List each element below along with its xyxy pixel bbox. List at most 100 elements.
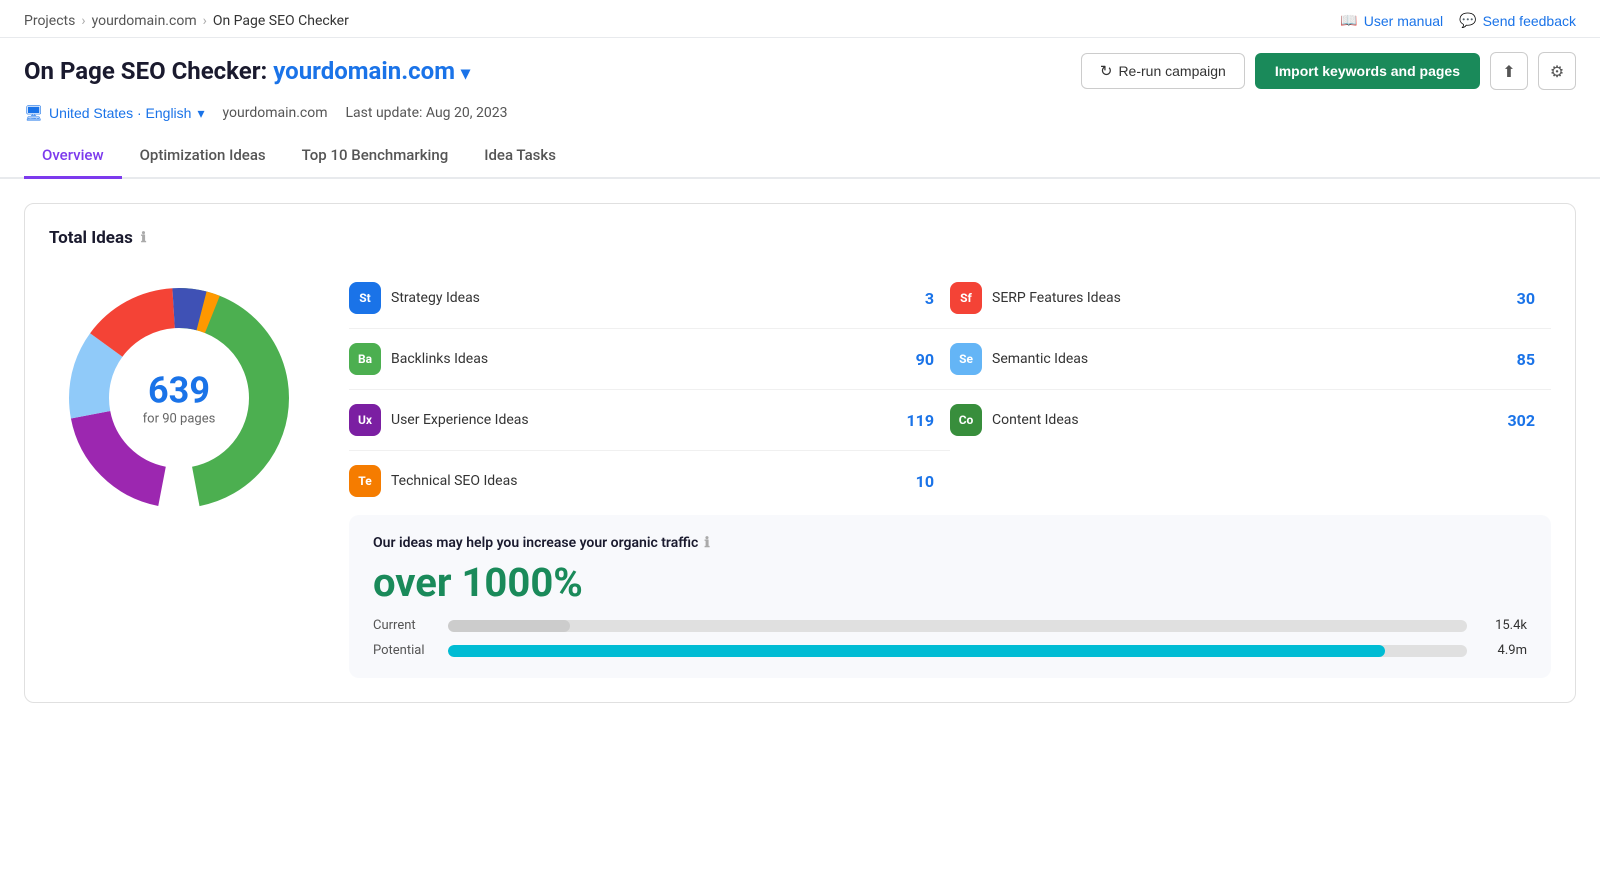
content-badge: Co [950, 404, 982, 436]
semantic-label: Semantic Ideas [992, 351, 1507, 367]
strategy-badge: St [349, 282, 381, 314]
locale-button[interactable]: 🖥 United States · English ▾ [24, 104, 204, 122]
potential-bar-fill [448, 645, 1385, 657]
main-content: Total Ideas ℹ [0, 179, 1600, 727]
title-actions: ↻ Re-run campaign Import keywords and pa… [1081, 52, 1576, 90]
backlinks-count: 90 [916, 350, 934, 369]
backlinks-label: Backlinks Ideas [391, 351, 906, 367]
rerun-campaign-button[interactable]: ↻ Re-run campaign [1081, 53, 1245, 89]
meta-domain: yourdomain.com [222, 105, 327, 121]
traffic-title-text: Our ideas may help you increase your org… [373, 535, 698, 551]
breadcrumb-domain[interactable]: yourdomain.com [92, 13, 197, 29]
traffic-bars: Current 15.4k Potential [373, 618, 1527, 658]
locale-label: United States · English [49, 105, 191, 121]
strategy-label: Strategy Ideas [391, 290, 915, 306]
card-title: Total Ideas ℹ [49, 228, 1551, 248]
meta-row: 🖥 United States · English ▾ yourdomain.c… [0, 100, 1600, 134]
donut-center: 639 for 90 pages [143, 370, 216, 427]
serp-label: SERP Features Ideas [992, 290, 1507, 306]
send-feedback-label: Send feedback [1483, 13, 1576, 29]
user-manual-label: User manual [1364, 13, 1443, 29]
donut-chart: 639 for 90 pages [49, 268, 309, 528]
settings-icon-button[interactable]: ⚙ [1538, 52, 1576, 90]
breadcrumb-current: On Page SEO Checker [213, 13, 349, 29]
donut-subtitle: for 90 pages [143, 412, 216, 427]
export-icon-button[interactable]: ⬆ [1490, 52, 1528, 90]
upload-icon: ⬆ [1502, 62, 1515, 81]
gear-icon: ⚙ [1550, 62, 1564, 81]
total-ideas-card: Total Ideas ℹ [24, 203, 1576, 703]
breadcrumb-projects[interactable]: Projects [24, 13, 75, 29]
monitor-icon: 🖥 [24, 104, 43, 122]
ideas-right-col: Sf SERP Features Ideas 30 Se Semantic Id… [950, 268, 1551, 511]
rerun-label: Re-run campaign [1118, 63, 1225, 79]
ideas-left-col: St Strategy Ideas 3 Ba Backlinks Ideas 9… [349, 268, 950, 511]
title-row: On Page SEO Checker: yourdomain.com ▾ ↻ … [0, 38, 1600, 100]
domain-caret[interactable]: ▾ [461, 63, 470, 84]
ux-badge: Ux [349, 404, 381, 436]
content-count: 302 [1507, 411, 1535, 430]
user-manual-button[interactable]: 📖 User manual [1340, 12, 1443, 29]
total-ideas-info-icon[interactable]: ℹ [141, 230, 146, 246]
idea-row-ux[interactable]: Ux User Experience Ideas 119 [349, 390, 950, 451]
backlinks-badge: Ba [349, 343, 381, 375]
idea-row-backlinks[interactable]: Ba Backlinks Ideas 90 [349, 329, 950, 390]
meta-last-update: Last update: Aug 20, 2023 [346, 105, 508, 121]
potential-bar-row: Potential 4.9m [373, 643, 1527, 658]
card-title-text: Total Ideas [49, 228, 133, 248]
current-label: Current [373, 618, 438, 633]
idea-row-content[interactable]: Co Content Ideas 302 [950, 390, 1551, 450]
current-bar-row: Current 15.4k [373, 618, 1527, 633]
tab-benchmarking[interactable]: Top 10 Benchmarking [284, 134, 467, 179]
tabs-bar: Overview Optimization Ideas Top 10 Bench… [0, 134, 1600, 179]
potential-label: Potential [373, 643, 438, 658]
strategy-count: 3 [925, 289, 934, 308]
import-keywords-button[interactable]: Import keywords and pages [1255, 53, 1480, 89]
book-icon: 📖 [1340, 12, 1357, 29]
technical-label: Technical SEO Ideas [391, 473, 906, 489]
send-feedback-button[interactable]: 💬 Send feedback [1459, 12, 1576, 29]
idea-row-technical[interactable]: Te Technical SEO Ideas 10 [349, 451, 950, 511]
serp-count: 30 [1517, 289, 1535, 308]
locale-chevron: ▾ [197, 105, 204, 122]
rerun-icon: ↻ [1100, 62, 1113, 80]
page-wrapper: Projects › yourdomain.com › On Page SEO … [0, 0, 1600, 872]
current-bar-track [448, 620, 1467, 632]
tab-idea-tasks[interactable]: Idea Tasks [466, 134, 574, 179]
semantic-badge: Se [950, 343, 982, 375]
semantic-count: 85 [1517, 350, 1535, 369]
breadcrumb: Projects › yourdomain.com › On Page SEO … [24, 13, 349, 29]
idea-row-serp[interactable]: Sf SERP Features Ideas 30 [950, 268, 1551, 329]
import-label: Import keywords and pages [1275, 63, 1460, 79]
current-value: 15.4k [1477, 618, 1527, 633]
breadcrumb-sep-2: › [203, 13, 207, 29]
top-actions: 📖 User manual 💬 Send feedback [1340, 12, 1576, 29]
page-title-prefix: On Page SEO Checker: [24, 57, 273, 85]
tab-optimization-ideas[interactable]: Optimization Ideas [122, 134, 284, 179]
traffic-title: Our ideas may help you increase your org… [373, 535, 1527, 551]
traffic-info-icon[interactable]: ℹ [704, 535, 709, 551]
potential-value: 4.9m [1477, 643, 1527, 658]
traffic-percentage: over 1000% [373, 559, 1527, 606]
potential-bar-track [448, 645, 1467, 657]
donut-number: 639 [143, 370, 216, 412]
tab-overview[interactable]: Overview [24, 134, 122, 179]
breadcrumb-sep-1: › [81, 13, 85, 29]
feedback-icon: 💬 [1459, 12, 1476, 29]
technical-count: 10 [916, 472, 934, 491]
traffic-box: Our ideas may help you increase your org… [349, 515, 1551, 678]
idea-row-semantic[interactable]: Se Semantic Ideas 85 [950, 329, 1551, 390]
idea-row-strategy[interactable]: St Strategy Ideas 3 [349, 268, 950, 329]
page-title: On Page SEO Checker: yourdomain.com ▾ [24, 57, 470, 85]
ux-count: 119 [906, 411, 934, 430]
technical-badge: Te [349, 465, 381, 497]
ideas-grid: St Strategy Ideas 3 Ba Backlinks Ideas 9… [349, 268, 1551, 511]
serp-badge: Sf [950, 282, 982, 314]
ideas-panel: St Strategy Ideas 3 Ba Backlinks Ideas 9… [349, 268, 1551, 678]
domain-link[interactable]: yourdomain.com [273, 57, 455, 85]
overview-body: 639 for 90 pages St Strategy Ideas 3 [49, 268, 1551, 678]
content-label: Content Ideas [992, 412, 1497, 428]
top-bar: Projects › yourdomain.com › On Page SEO … [0, 0, 1600, 38]
ux-label: User Experience Ideas [391, 412, 896, 428]
current-bar-fill [448, 620, 570, 632]
